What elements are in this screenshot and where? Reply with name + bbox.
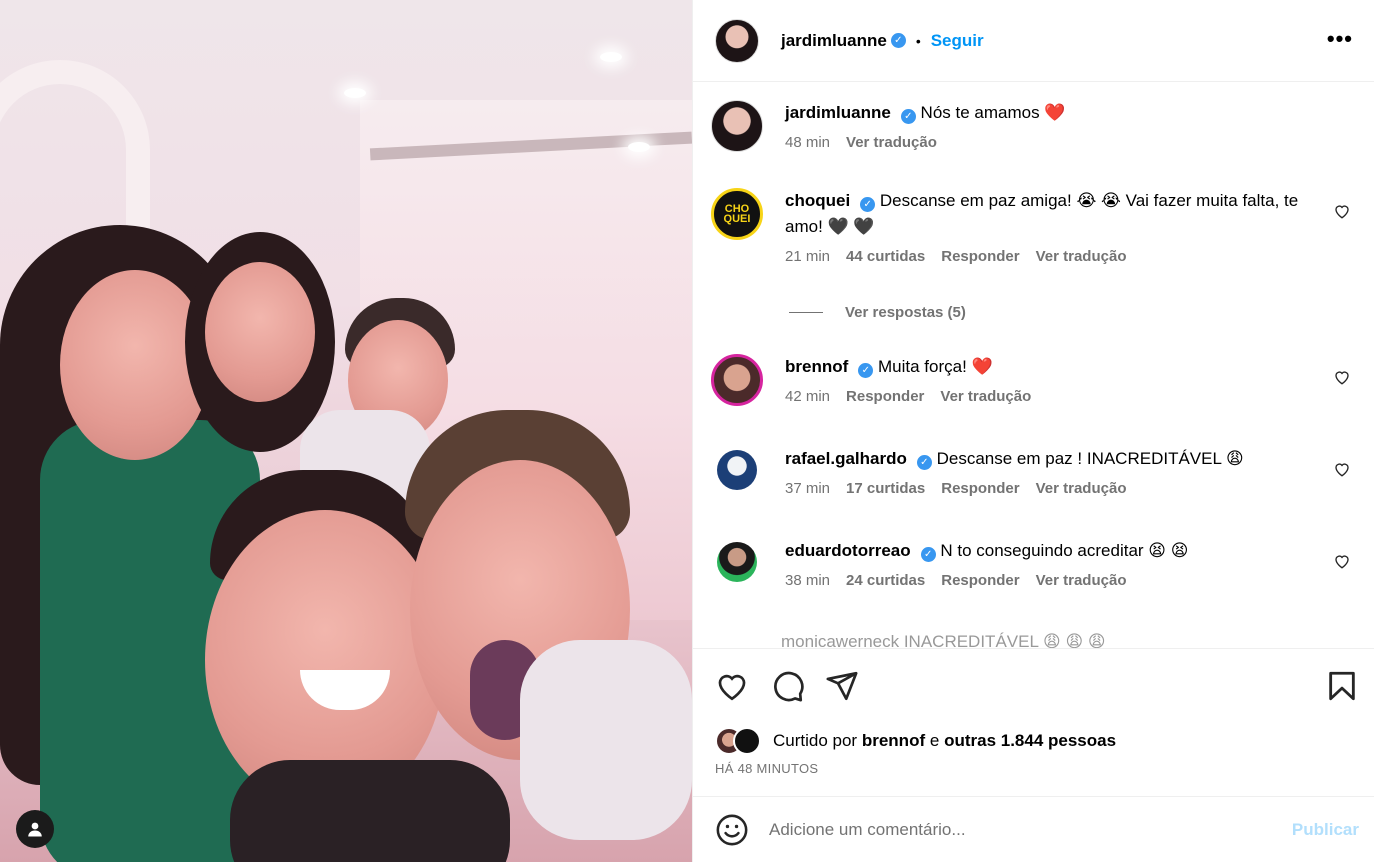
add-comment-bar: Publicar bbox=[693, 796, 1374, 862]
comment-username[interactable]: brennof bbox=[785, 357, 848, 376]
comment-username[interactable]: rafael.galhardo bbox=[785, 449, 907, 468]
verified-badge-icon: ✓ bbox=[916, 455, 932, 470]
likes-middle: e bbox=[929, 731, 940, 750]
comment-item: eduardotorreao ✓ N to conseguindo acredit… bbox=[711, 538, 1351, 589]
post-side-panel: jardimluanne ✓ • Seguir ••• jardimluanne… bbox=[692, 0, 1374, 862]
author-avatar[interactable] bbox=[715, 18, 759, 63]
comment-text: N to conseguindo acreditar 😫 😫 bbox=[940, 541, 1189, 560]
separator-dot: • bbox=[915, 32, 921, 49]
comment-username[interactable]: choquei bbox=[785, 191, 850, 210]
verified-badge-icon: ✓ bbox=[900, 109, 916, 124]
caption-time[interactable]: 48 min bbox=[785, 134, 830, 151]
comment-likes-count[interactable]: 24 curtidas bbox=[846, 572, 925, 589]
comment-text: Descanse em paz ! INACREDITÁVEL 😩 bbox=[936, 449, 1244, 468]
comment-likes-count[interactable]: 44 curtidas bbox=[846, 248, 925, 265]
post-header: jardimluanne ✓ • Seguir ••• bbox=[693, 0, 1374, 82]
translate-link[interactable]: Ver tradução bbox=[940, 388, 1031, 405]
comment-time[interactable]: 37 min bbox=[785, 480, 830, 497]
comment-likes-count[interactable]: 17 curtidas bbox=[846, 480, 925, 497]
liker-avatar[interactable] bbox=[733, 727, 761, 755]
reply-button[interactable]: Responder bbox=[941, 572, 1019, 589]
comment-time[interactable]: 38 min bbox=[785, 572, 830, 589]
comment-text: Muita força! ❤️ bbox=[878, 357, 993, 376]
comment-username[interactable]: eduardotorreao bbox=[785, 541, 911, 560]
caption-text: Nós te amamos bbox=[920, 103, 1040, 122]
author-username[interactable]: jardimluanne bbox=[781, 31, 887, 51]
verified-badge-icon: ✓ bbox=[860, 197, 876, 212]
save-bookmark-icon[interactable] bbox=[1325, 669, 1359, 703]
caption-username[interactable]: jardimluanne bbox=[785, 103, 891, 122]
partial-comment: monicawerneck INACREDITÁVEL 😩 😩 😩 bbox=[781, 632, 1106, 648]
caption-heart-emoji: ❤️ bbox=[1044, 103, 1066, 122]
publish-button[interactable]: Publicar bbox=[1292, 820, 1359, 840]
follow-button[interactable]: Seguir bbox=[931, 31, 984, 51]
choquei-logo-text: CHO QUEI bbox=[723, 203, 751, 225]
comment-time[interactable]: 42 min bbox=[785, 388, 830, 405]
comment-item: CHO QUEI choquei ✓ Descanse em paz amiga!… bbox=[711, 188, 1351, 265]
emoji-icon[interactable] bbox=[715, 813, 749, 847]
like-comment-heart-icon[interactable] bbox=[1333, 460, 1351, 478]
likes-user-link[interactable]: brennof bbox=[862, 731, 925, 750]
comments-list[interactable]: jardimluanne ✓ Nós te amamos ❤️ 48 min Ve… bbox=[693, 82, 1374, 648]
translate-link[interactable]: Ver tradução bbox=[1036, 572, 1127, 589]
post-timestamp[interactable]: HÁ 48 MINUTOS bbox=[715, 761, 818, 776]
comment-avatar[interactable]: CHO QUEI bbox=[711, 188, 763, 240]
caption-translate-link[interactable]: Ver tradução bbox=[846, 134, 937, 151]
reply-button[interactable]: Responder bbox=[846, 388, 924, 405]
like-heart-icon[interactable] bbox=[715, 669, 749, 703]
likes-others-link[interactable]: outras 1.844 pessoas bbox=[944, 731, 1116, 750]
likes-prefix: Curtido por bbox=[773, 731, 858, 750]
post-actions: Curtido por brennof e outras 1.844 pesso… bbox=[693, 648, 1374, 796]
verified-badge-icon: ✓ bbox=[858, 363, 874, 378]
like-comment-heart-icon[interactable] bbox=[1333, 368, 1351, 386]
verified-badge-icon: ✓ bbox=[920, 547, 936, 562]
translate-link[interactable]: Ver tradução bbox=[1036, 248, 1127, 265]
view-replies-label: Ver respostas (5) bbox=[845, 304, 966, 321]
comment-avatar[interactable] bbox=[717, 450, 757, 490]
translate-link[interactable]: Ver tradução bbox=[1036, 480, 1127, 497]
comment-time[interactable]: 21 min bbox=[785, 248, 830, 265]
comment-item: rafael.galhardo ✓ Descanse em paz ! INACR… bbox=[711, 446, 1351, 497]
reply-button[interactable]: Responder bbox=[941, 480, 1019, 497]
comment-avatar[interactable] bbox=[717, 542, 757, 582]
reply-button[interactable]: Responder bbox=[941, 248, 1019, 265]
comment-avatar[interactable] bbox=[711, 354, 763, 406]
like-comment-heart-icon[interactable] bbox=[1333, 552, 1351, 570]
comment-input[interactable] bbox=[769, 819, 1249, 840]
instagram-post-view: jardimluanne ✓ • Seguir ••• jardimluanne… bbox=[0, 0, 1374, 862]
comment-item: brennof ✓ Muita força! ❤️ 42 min Responde… bbox=[711, 354, 1351, 406]
caption-avatar[interactable] bbox=[711, 100, 763, 152]
like-comment-heart-icon[interactable] bbox=[1333, 202, 1351, 220]
view-replies-button[interactable]: Ver respostas (5) bbox=[789, 304, 966, 321]
tagged-users-button[interactable] bbox=[16, 810, 54, 848]
caption-item: jardimluanne ✓ Nós te amamos ❤️ 48 min Ve… bbox=[711, 100, 1351, 152]
more-options-icon[interactable]: ••• bbox=[1327, 26, 1353, 52]
user-icon bbox=[28, 822, 42, 837]
replies-divider-line bbox=[789, 312, 823, 313]
comment-bubble-icon[interactable] bbox=[771, 669, 805, 703]
verified-badge-icon: ✓ bbox=[890, 33, 906, 48]
share-send-icon[interactable] bbox=[825, 669, 859, 703]
likes-summary: Curtido por brennof e outras 1.844 pesso… bbox=[715, 727, 1116, 755]
post-photo[interactable] bbox=[0, 0, 692, 862]
